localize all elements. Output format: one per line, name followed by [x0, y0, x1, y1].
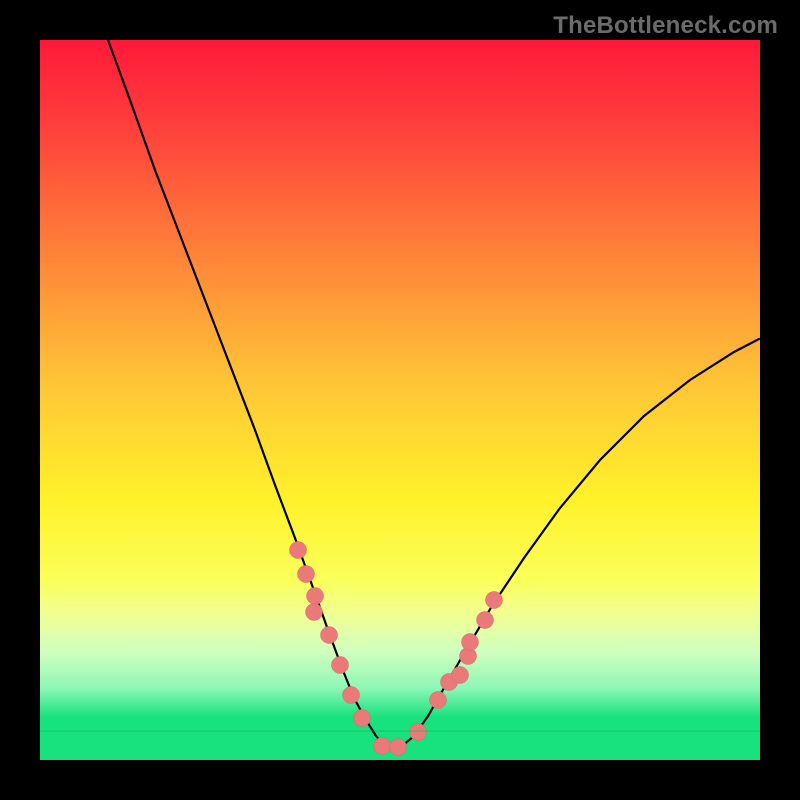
marker-dot	[462, 634, 479, 651]
marker-dot	[343, 687, 360, 704]
marker-dot	[430, 692, 447, 709]
watermark-text: TheBottleneck.com	[553, 12, 778, 40]
marker-dot	[298, 566, 315, 583]
marker-dot	[354, 710, 371, 727]
marker-dot	[410, 724, 427, 741]
plot-area	[40, 40, 760, 760]
marker-dot	[332, 657, 349, 674]
curve-left	[108, 40, 392, 748]
marker-dot	[306, 604, 323, 621]
marker-dot	[452, 667, 469, 684]
marker-dot	[290, 542, 307, 559]
marker-dot	[477, 612, 494, 629]
marker-dot	[307, 588, 324, 605]
marker-dot	[374, 738, 391, 755]
marker-dot	[321, 627, 338, 644]
marker-dot	[390, 739, 407, 756]
chart-svg	[40, 40, 760, 760]
marker-dot	[486, 592, 503, 609]
marker-dots	[290, 542, 503, 756]
